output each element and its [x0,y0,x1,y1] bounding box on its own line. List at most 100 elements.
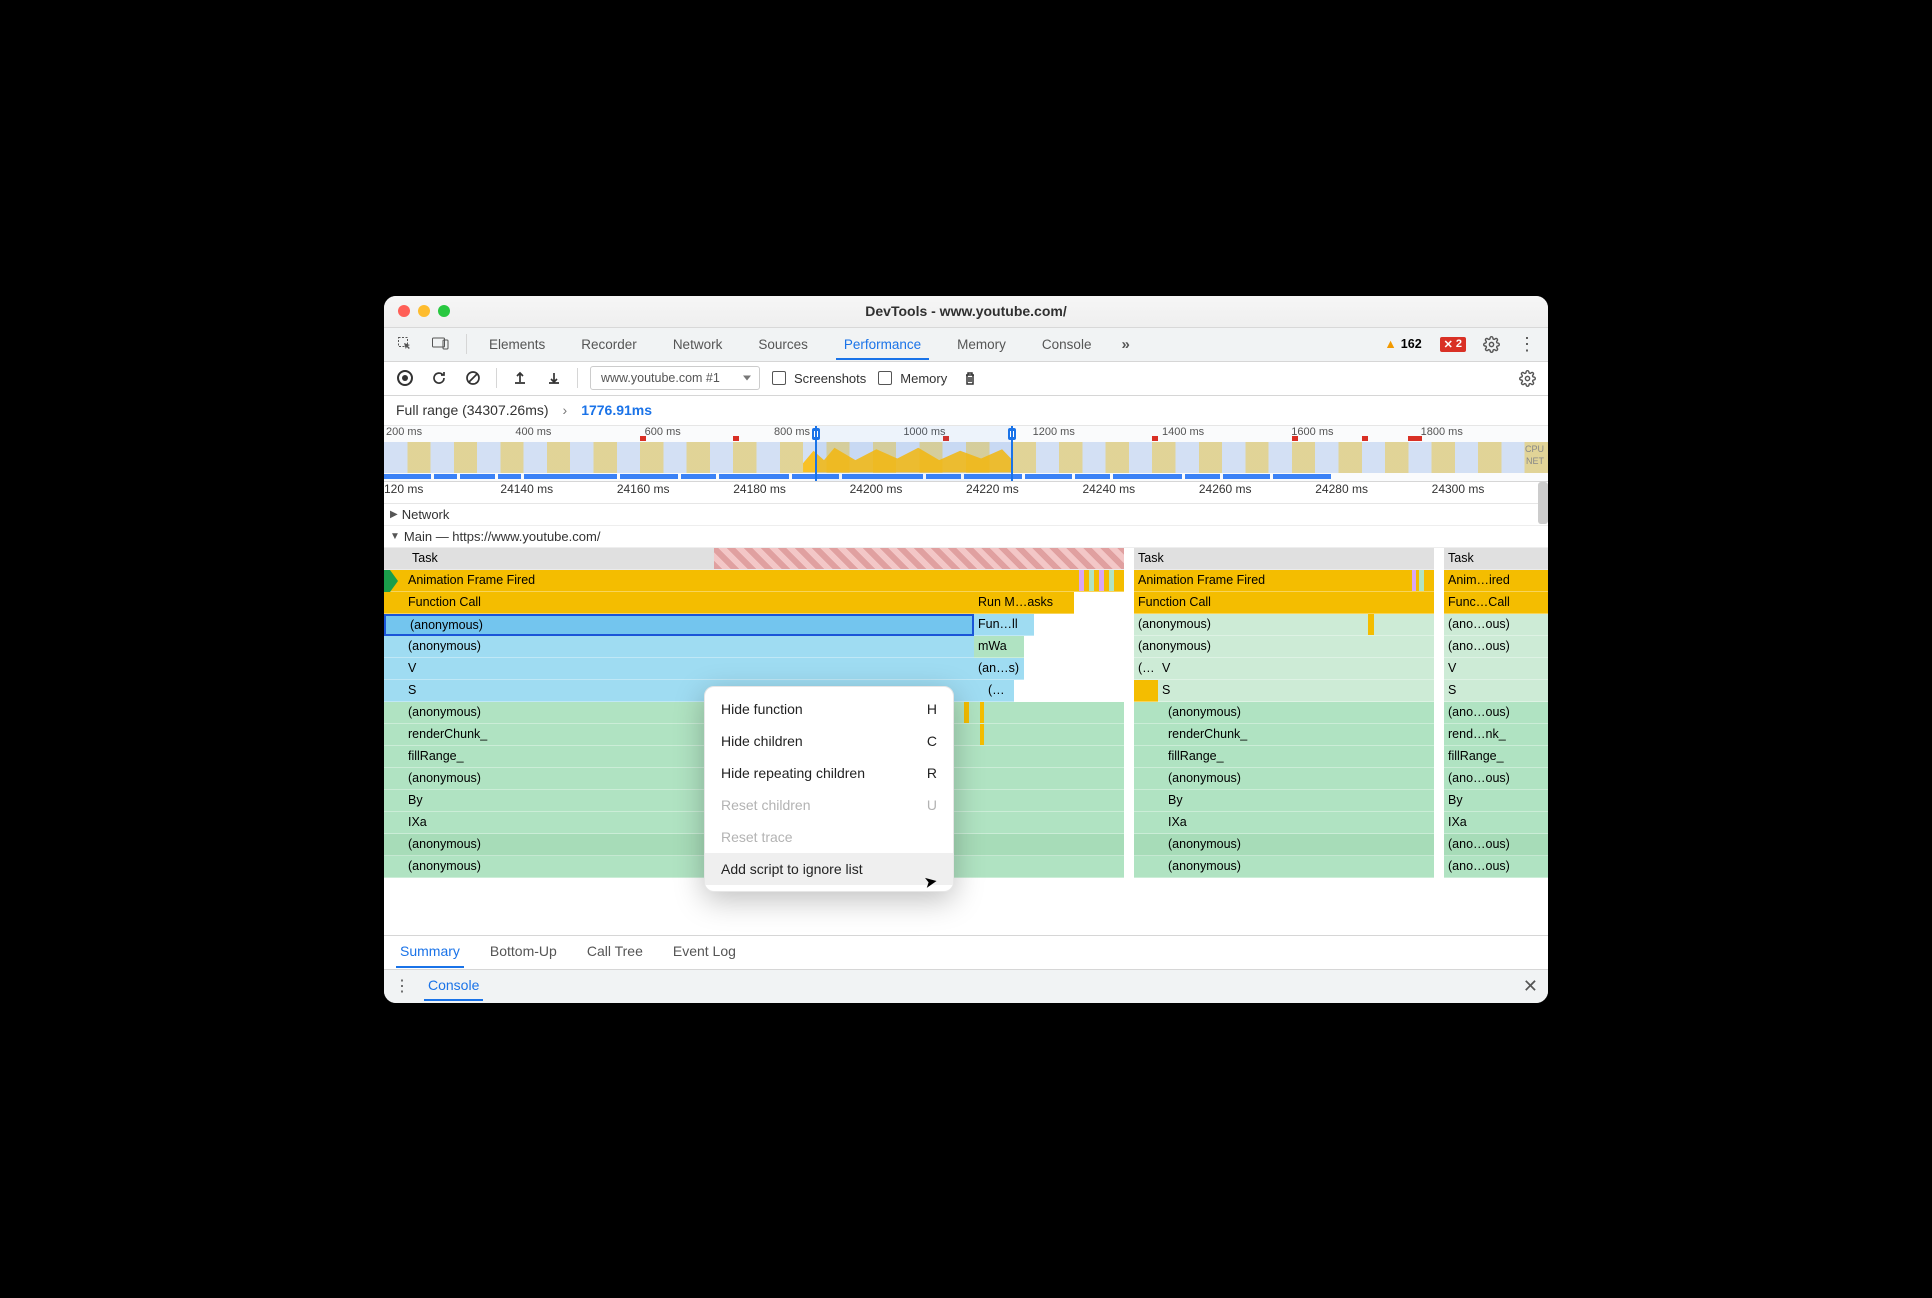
flame-task[interactable]: Task [1444,548,1548,570]
flame-task[interactable]: Task [1134,548,1434,570]
capture-settings-icon[interactable] [1516,367,1538,389]
minimize-window-button[interactable] [418,305,430,317]
flame-anonymous[interactable]: (anonymous) [384,636,974,658]
upload-button[interactable] [509,367,531,389]
flame-renderchunk[interactable]: renderChunk_ [1134,724,1434,746]
context-menu-item: Reset childrenU [705,789,953,821]
inspect-element-icon[interactable] [394,333,416,355]
overview-tick: 1800 ms [1419,426,1548,438]
ruler-tick: 24160 ms [617,482,733,503]
tab-console[interactable]: Console [1034,329,1100,360]
divider [496,368,497,388]
flame-anonymous[interactable]: (ano…ous) [1444,834,1548,856]
flame-animation-frame-fired[interactable]: Animation Frame Fired [1134,570,1434,592]
overview-tick: 1400 ms [1160,426,1289,438]
flame-animation-frame-fired[interactable]: Animation Frame Fired [384,570,1124,592]
tab-elements[interactable]: Elements [481,329,553,360]
flame-function-call[interactable]: Function Call [384,592,974,614]
warnings-badge[interactable]: ▲ 162 [1384,337,1421,351]
details-tab-summary[interactable]: Summary [396,936,464,968]
flame-renderchunk[interactable]: rend…nk_ [1444,724,1548,746]
drawer-menu-icon[interactable]: ⋮ [394,976,410,996]
titlebar: DevTools - www.youtube.com/ [384,296,1548,328]
flame-by[interactable]: By [1444,790,1548,812]
drawer-close-button[interactable]: ✕ [1523,976,1538,997]
flame-v[interactable]: V [1444,658,1548,680]
maximize-window-button[interactable] [438,305,450,317]
flame-anonymous[interactable]: (ano…ous) [1444,702,1548,724]
flame-anonymous[interactable]: (anonymous) [1134,834,1434,856]
flame-funll[interactable]: Fun…ll [974,614,1034,636]
memory-checkbox[interactable]: Memory [878,371,947,386]
timeline-overview[interactable]: 200 ms400 ms600 ms800 ms1000 ms1200 ms14… [384,426,1548,482]
download-button[interactable] [543,367,565,389]
details-tab-event-log[interactable]: Event Log [669,936,740,968]
gc-button[interactable] [959,367,981,389]
flame-anonymous[interactable]: (anonymous) [1134,856,1434,878]
tab-performance[interactable]: Performance [836,329,929,360]
flame-fillrange[interactable]: fillRange_ [1134,746,1434,768]
ruler-tick: 24240 ms [1082,482,1198,503]
overview-tick: 1600 ms [1289,426,1418,438]
flame-ixa[interactable]: IXa [1444,812,1548,834]
scrollbar-thumb[interactable] [1538,482,1548,524]
errors-badge[interactable]: ✕ 2 [1440,337,1466,352]
flame-paren[interactable]: (… [984,680,1014,702]
flame-anonymous[interactable]: (ano…ous) [1444,614,1548,636]
flame-anonymous[interactable]: (anonymous) [1134,614,1434,636]
flame-ixa[interactable]: IXa [1134,812,1434,834]
tab-recorder[interactable]: Recorder [573,329,645,360]
flame-s[interactable]: S [1158,680,1434,702]
details-tab-call-tree[interactable]: Call Tree [583,936,647,968]
flame-by[interactable]: By [1134,790,1434,812]
full-range-label[interactable]: Full range (34307.26ms) [396,402,549,418]
network-section-header[interactable]: ▶ Network [384,504,1548,526]
flame-mwa[interactable]: mWa [974,636,1024,658]
flame-run-microtasks[interactable]: Run M…asks [974,592,1074,614]
tab-memory[interactable]: Memory [949,329,1014,360]
clear-button[interactable] [462,367,484,389]
context-menu-item[interactable]: Hide repeating childrenR [705,757,953,789]
kebab-menu-icon[interactable]: ⋮ [1516,333,1538,355]
flame-anonymous[interactable]: (anonymous) [1134,636,1434,658]
context-menu-item[interactable]: Add script to ignore list [705,853,953,885]
flame-task[interactable]: Task [384,548,1124,570]
main-section-header[interactable]: ▼ Main — https://www.youtube.com/ [384,526,1548,548]
flame-anonymous[interactable]: (ano…ous) [1444,856,1548,878]
recording-select[interactable]: www.youtube.com #1 [590,366,760,390]
flame-animation-frame-fired[interactable]: Anim…ired [1444,570,1548,592]
flame-chart[interactable]: Task Animation Frame Fired Function Call… [384,548,1548,935]
flame-ellipsis[interactable]: (… [1134,658,1158,680]
settings-icon[interactable] [1480,333,1502,355]
ruler-tick: 24220 ms [966,482,1082,503]
flame-selected-anonymous[interactable]: (anonymous) [384,614,974,636]
drawer-tab-console[interactable]: Console [424,971,483,1001]
tab-network[interactable]: Network [665,329,731,360]
reload-button[interactable] [428,367,450,389]
flame-function-call[interactable]: Function Call [1134,592,1434,614]
context-menu-item[interactable]: Hide childrenC [705,725,953,757]
flame-anonymous[interactable]: (anonymous) [1134,702,1434,724]
selected-range-label[interactable]: 1776.91ms [581,402,652,418]
ruler-tick: 24180 ms [733,482,849,503]
context-menu: Hide functionHHide childrenCHide repeati… [704,686,954,892]
flame-function-call[interactable]: Func…Call [1444,592,1548,614]
record-button[interactable] [394,367,416,389]
context-menu-item[interactable]: Hide functionH [705,693,953,725]
expand-down-icon: ▼ [390,531,400,542]
flame-fillrange[interactable]: fillRange_ [1444,746,1548,768]
close-window-button[interactable] [398,305,410,317]
flame-v[interactable]: V [384,658,974,680]
flame-anonymous[interactable]: (ano…ous) [1444,768,1548,790]
screenshots-checkbox[interactable]: Screenshots [772,371,866,386]
flame-anonymous[interactable]: (anonymous) [1134,768,1434,790]
flame-s[interactable]: S [1444,680,1548,702]
details-tab-bottom-up[interactable]: Bottom-Up [486,936,561,968]
device-toolbar-icon[interactable] [430,333,452,355]
flame-stripe[interactable] [1134,680,1158,702]
flame-anonymous[interactable]: (ano…ous) [1444,636,1548,658]
tabs-overflow-button[interactable]: » [1113,328,1137,361]
flame-ans[interactable]: (an…s) [974,658,1024,680]
tab-sources[interactable]: Sources [750,329,816,360]
flame-v[interactable]: V [1158,658,1434,680]
